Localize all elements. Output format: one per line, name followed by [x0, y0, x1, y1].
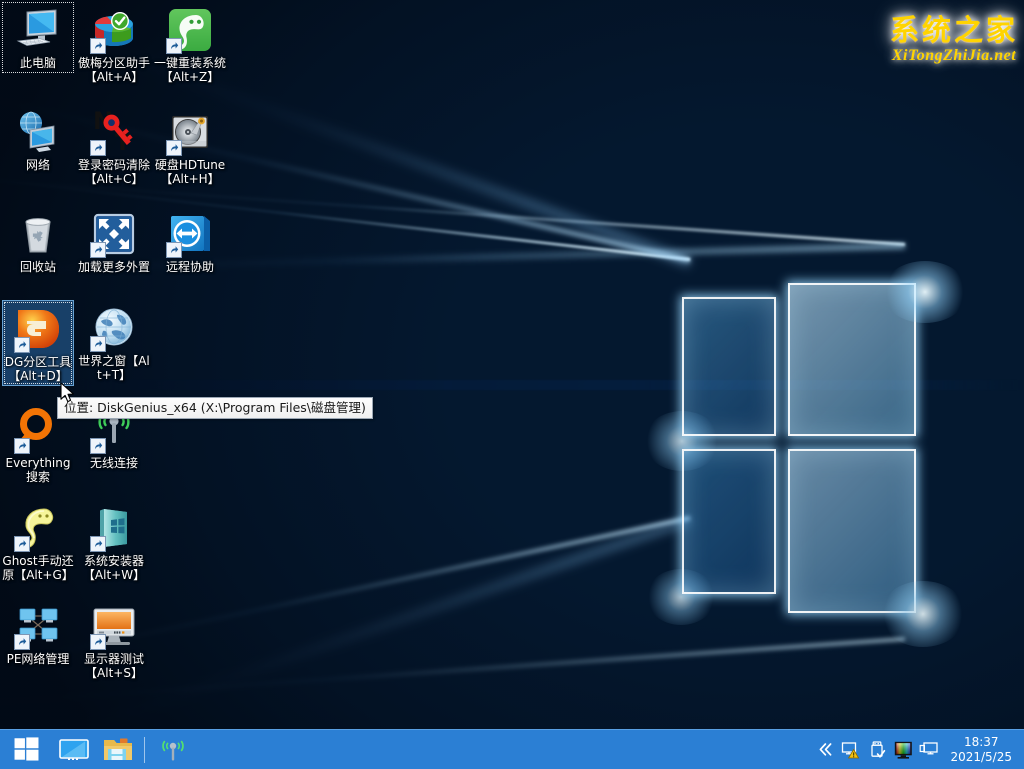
taskbar-file-explorer[interactable]	[96, 730, 140, 769]
taskbar-wireless-connect-task[interactable]	[151, 730, 195, 769]
diskgenius-icon	[14, 305, 62, 353]
desktop-icon-label: 显示器测试【Alt+S】	[78, 653, 150, 680]
rgb-monitor-icon	[894, 741, 913, 759]
desktop-icon-label: 一键重装系统【Alt+Z】	[154, 57, 226, 84]
taskbar-divider	[144, 737, 145, 763]
shortcut-arrow-icon	[166, 242, 182, 258]
shortcut-arrow-icon	[90, 38, 106, 54]
desktop-icon-label: 加载更多外置	[78, 261, 150, 275]
tray-display-settings[interactable]	[916, 730, 942, 769]
recycle-bin-icon	[14, 210, 62, 258]
desktop-icon-label: 登录密码清除【Alt+C】	[78, 159, 150, 186]
usb-eject-icon	[869, 741, 886, 759]
desktop-icon-tooltip: 位置: DiskGenius_x64 (X:\Program Files\磁盘管…	[57, 397, 373, 419]
expand-arrows-icon	[90, 210, 138, 258]
desktop-icon-label: 回收站	[2, 261, 74, 275]
shortcut-arrow-icon	[14, 634, 30, 650]
ghost-icon	[14, 504, 62, 552]
hard-disk-icon	[166, 108, 214, 156]
shortcut-arrow-icon	[166, 140, 182, 156]
shortcut-arrow-icon	[90, 336, 106, 352]
desktop-icon-hdtune[interactable]: 硬盘HDTune【Alt+H】	[154, 104, 226, 188]
desktop-icon-ghost-restore[interactable]: Ghost手动还原【Alt+G】	[2, 500, 74, 584]
ntpwedit-key-icon: N T	[90, 108, 138, 156]
green-ghost-icon	[166, 6, 214, 54]
blue-screen-icon	[59, 738, 89, 762]
desktop-icon-monitor-test[interactable]: 显示器测试【Alt+S】	[78, 598, 150, 682]
shortcut-arrow-icon	[166, 38, 182, 54]
desktop-icon-label: 网络	[2, 159, 74, 173]
desktop-icon-label: 此电脑	[2, 57, 74, 71]
folder-icon	[103, 737, 133, 762]
desktop-icon-label: 无线连接	[78, 457, 150, 471]
desktop-icon-label: Ghost手动还原【Alt+G】	[2, 555, 74, 582]
wifi-antenna-icon	[158, 737, 188, 763]
desktop-icon-label: 世界之窗【Alt+T】	[78, 355, 150, 382]
globe-browser-icon	[90, 304, 138, 352]
shortcut-arrow-icon	[14, 536, 30, 552]
shortcut-arrow-icon	[90, 438, 106, 454]
site-watermark: 系统之家 XiTongZhiJia.net	[890, 16, 1018, 64]
watermark-en-text: XiTongZhiJia.net	[890, 48, 1018, 64]
monitor-icon	[919, 741, 939, 758]
desktop-icon-recycle-bin[interactable]: 回收站	[2, 206, 74, 277]
windows-box-icon	[90, 504, 138, 552]
desktop-icon-world-window[interactable]: 世界之窗【Alt+T】	[78, 300, 150, 384]
mouse-cursor	[60, 382, 76, 406]
tray-display-color[interactable]	[890, 730, 916, 769]
taskbar[interactable]: 18:37 2021/5/25	[0, 729, 1024, 769]
taskbar-clock[interactable]: 18:37 2021/5/25	[942, 735, 1020, 765]
desktop-icon-this-pc[interactable]: 此电脑	[2, 2, 74, 73]
shortcut-arrow-icon	[90, 634, 106, 650]
desktop-icon-label: DG分区工具【Alt+D】	[2, 356, 74, 383]
shortcut-arrow-icon	[90, 242, 106, 258]
watermark-cn-text: 系统之家	[890, 16, 1018, 45]
network-nodes-icon	[14, 602, 62, 650]
desktop-icon-diskgenius[interactable]: DG分区工具【Alt+D】	[2, 300, 74, 386]
shortcut-arrow-icon	[14, 337, 30, 353]
desktop-icon-pe-network-manager[interactable]: PE网络管理	[2, 598, 74, 669]
tray-safely-remove[interactable]	[864, 730, 890, 769]
desktop-icon-label: Everything搜索	[2, 457, 74, 484]
pie-disk-icon	[90, 6, 138, 54]
shortcut-arrow-icon	[14, 438, 30, 454]
desktop-icon-password-clear[interactable]: N T 登录密码清除【Alt+C】	[78, 104, 150, 188]
chevron-left-icon	[817, 742, 834, 757]
desktop-icon-network[interactable]: 网络	[2, 104, 74, 175]
start-button[interactable]	[0, 730, 52, 769]
computer-icon	[14, 6, 62, 54]
desktop[interactable]: 系统之家 XiTongZhiJia.net	[0, 0, 1024, 769]
clock-date: 2021/5/25	[950, 750, 1012, 765]
desktop-icon-label: 远程协助	[154, 261, 226, 275]
desktop-icon-aomei-partition[interactable]: 傲梅分区助手【Alt+A】	[78, 2, 150, 86]
shortcut-arrow-icon	[90, 140, 106, 156]
teamviewer-icon	[166, 210, 214, 258]
network-globe-icon	[14, 108, 62, 156]
tray-network-status[interactable]	[838, 730, 864, 769]
windows-logo-icon	[14, 737, 39, 762]
desktop-icon-label: 傲梅分区助手【Alt+A】	[78, 57, 150, 84]
desktop-icon-remote-assist[interactable]: 远程协助	[154, 206, 226, 277]
desktop-icon-label: PE网络管理	[2, 653, 74, 667]
shortcut-arrow-icon	[90, 536, 106, 552]
desktop-icon-one-key-reinstall[interactable]: 一键重装系统【Alt+Z】	[154, 2, 226, 86]
taskbar-show-desktop[interactable]	[52, 730, 96, 769]
desktop-icon-label: 硬盘HDTune【Alt+H】	[154, 159, 226, 186]
tray-show-hidden-icons[interactable]	[812, 730, 838, 769]
magnifier-icon	[14, 406, 62, 454]
desktop-icon-system-installer[interactable]: 系统安装器【Alt+W】	[78, 500, 150, 584]
desktop-icon-label: 系统安装器【Alt+W】	[78, 555, 150, 582]
network-warning-icon	[841, 741, 861, 759]
system-tray[interactable]: 18:37 2021/5/25	[812, 730, 1024, 769]
monitor-test-icon	[90, 602, 138, 650]
clock-time: 18:37	[950, 735, 1012, 750]
desktop-icon-load-more-drivers[interactable]: 加载更多外置	[78, 206, 150, 277]
